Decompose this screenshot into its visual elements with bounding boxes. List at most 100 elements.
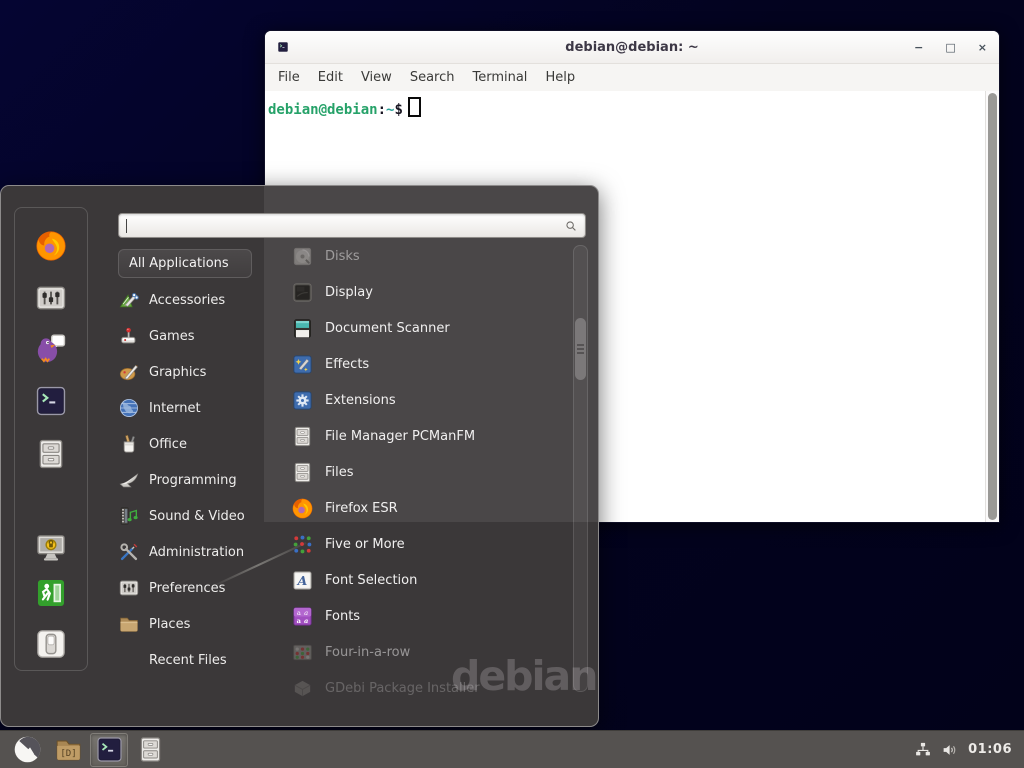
search-icon xyxy=(564,219,578,233)
terminal-title: debian@debian: ~ xyxy=(565,40,698,55)
svg-text:a: a xyxy=(297,617,302,625)
search-input[interactable] xyxy=(127,214,564,237)
favorite-terminal[interactable] xyxy=(34,384,68,418)
prompt-user-host: debian@debian xyxy=(268,102,378,118)
category-label: Games xyxy=(149,329,194,344)
terminal-menu-edit[interactable]: Edit xyxy=(309,66,352,89)
terminal-menu-view[interactable]: View xyxy=(352,66,401,89)
app-item-label: File Manager PCManFM xyxy=(325,429,475,444)
terminal-menu-file[interactable]: File xyxy=(269,66,309,89)
category-recent-files[interactable]: Recent Files xyxy=(118,642,278,678)
category-internet[interactable]: Internet xyxy=(118,390,278,426)
favorite-settings-panel[interactable] xyxy=(34,281,68,315)
svg-text:a: a xyxy=(304,609,308,617)
category-programming[interactable]: Programming xyxy=(118,462,278,498)
scrollbar-thumb[interactable] xyxy=(575,318,586,380)
terminal-menu-terminal[interactable]: Terminal xyxy=(463,66,536,89)
app-item-label: Effects xyxy=(325,357,369,372)
app-item-file-manager-pcmanfm[interactable]: File Manager PCManFM xyxy=(291,418,566,454)
close-button[interactable]: × xyxy=(978,42,987,53)
category-graphics[interactable]: Graphics xyxy=(118,354,278,390)
app-item-four-in-a-row[interactable]: Four-in-a-row xyxy=(291,634,566,670)
file-manager-icon xyxy=(34,437,68,471)
extensions-icon xyxy=(291,389,314,412)
app-item-gdebi-package-installer[interactable]: GDebi Package Installer xyxy=(291,670,566,706)
app-item-label: Document Scanner xyxy=(325,321,450,336)
system-tray xyxy=(914,741,968,759)
prompt-separator: : xyxy=(378,102,386,118)
app-item-label: Disks xyxy=(325,249,360,264)
category-label: Programming xyxy=(149,473,237,488)
app-item-display[interactable]: Display xyxy=(291,274,566,310)
firefox-icon xyxy=(291,497,314,520)
favorite-lock-screen[interactable] xyxy=(34,531,68,565)
terminal-scrollbar-thumb[interactable] xyxy=(988,93,997,520)
category-places[interactable]: Places xyxy=(118,606,278,642)
applications-scrollbar[interactable] xyxy=(573,245,588,692)
maximize-button[interactable]: □ xyxy=(945,42,955,53)
settings-panel-icon xyxy=(34,281,68,315)
favorite-log-out[interactable] xyxy=(34,576,68,610)
category-label: Places xyxy=(149,617,190,632)
app-item-disks[interactable]: Disks xyxy=(291,238,566,274)
favorite-firefox[interactable] xyxy=(34,229,68,263)
app-item-effects[interactable]: Effects xyxy=(291,346,566,382)
app-item-firefox-esr[interactable]: Firefox ESR xyxy=(291,490,566,526)
places-icon xyxy=(118,613,140,635)
network-icon[interactable] xyxy=(914,741,932,759)
category-label: Office xyxy=(149,437,187,452)
app-item-extensions[interactable]: Extensions xyxy=(291,382,566,418)
app-item-document-scanner[interactable]: Document Scanner xyxy=(291,310,566,346)
category-all-applications[interactable]: All Applications xyxy=(118,249,252,278)
app-item-label: Extensions xyxy=(325,393,396,408)
app-item-label: Four-in-a-row xyxy=(325,645,410,660)
taskbar-launchers: [D] xyxy=(8,733,172,767)
terminal-titlebar[interactable]: debian@debian: ~ − □ × xyxy=(265,31,999,64)
category-administration[interactable]: Administration xyxy=(118,534,278,570)
minimize-button[interactable]: − xyxy=(914,42,923,53)
gdebi-icon xyxy=(291,677,314,700)
search-box[interactable] xyxy=(118,213,586,238)
app-item-five-or-more[interactable]: Five or More xyxy=(291,526,566,562)
app-item-label: Files xyxy=(325,465,354,480)
svg-text:[D]: [D] xyxy=(60,749,76,759)
terminal-menu-search[interactable]: Search xyxy=(401,66,464,89)
category-label: Internet xyxy=(149,401,201,416)
graphics-icon xyxy=(118,361,140,383)
app-item-fonts[interactable]: aaaaFonts xyxy=(291,598,566,634)
taskbar-file-manager-button[interactable] xyxy=(131,733,169,767)
category-label: Sound & Video xyxy=(149,509,245,524)
taskbar-clock[interactable]: 01:06 xyxy=(968,742,1012,757)
firefox-icon xyxy=(34,229,68,263)
shutdown-icon xyxy=(34,627,68,661)
app-item-font-selection[interactable]: AFont Selection xyxy=(291,562,566,598)
favorite-pidgin[interactable] xyxy=(34,331,68,365)
taskbar-terminal-button[interactable] xyxy=(90,733,128,767)
taskbar-menu-logo-button[interactable] xyxy=(8,733,46,767)
app-item-files[interactable]: Files xyxy=(291,454,566,490)
terminal-scrollbar[interactable] xyxy=(985,91,999,522)
svg-text:a: a xyxy=(304,617,308,625)
programming-icon xyxy=(118,469,140,491)
terminal-titlebar-icon xyxy=(277,41,289,53)
svg-text:A: A xyxy=(297,573,308,588)
volume-icon[interactable] xyxy=(941,741,959,759)
app-item-label: GDebi Package Installer xyxy=(325,681,480,696)
document-scanner-icon xyxy=(291,317,314,340)
terminal-menu-help[interactable]: Help xyxy=(536,66,584,89)
category-office[interactable]: Office xyxy=(118,426,278,462)
category-preferences[interactable]: Preferences xyxy=(118,570,278,606)
category-sound-video[interactable]: Sound & Video xyxy=(118,498,278,534)
category-games[interactable]: Games xyxy=(118,318,278,354)
category-label: Graphics xyxy=(149,365,206,380)
taskbar-desktop-folder-button[interactable]: [D] xyxy=(49,733,87,767)
category-accessories[interactable]: Accessories xyxy=(118,282,278,318)
prompt-symbol: $ xyxy=(394,102,402,118)
pidgin-icon xyxy=(34,331,68,365)
category-label: Recent Files xyxy=(149,653,227,668)
favorite-shutdown[interactable] xyxy=(34,627,68,661)
favorite-file-manager[interactable] xyxy=(34,437,68,471)
category-icon-placeholder xyxy=(118,649,140,671)
sound-video-icon xyxy=(118,505,140,527)
font-selection-icon: A xyxy=(291,569,314,592)
